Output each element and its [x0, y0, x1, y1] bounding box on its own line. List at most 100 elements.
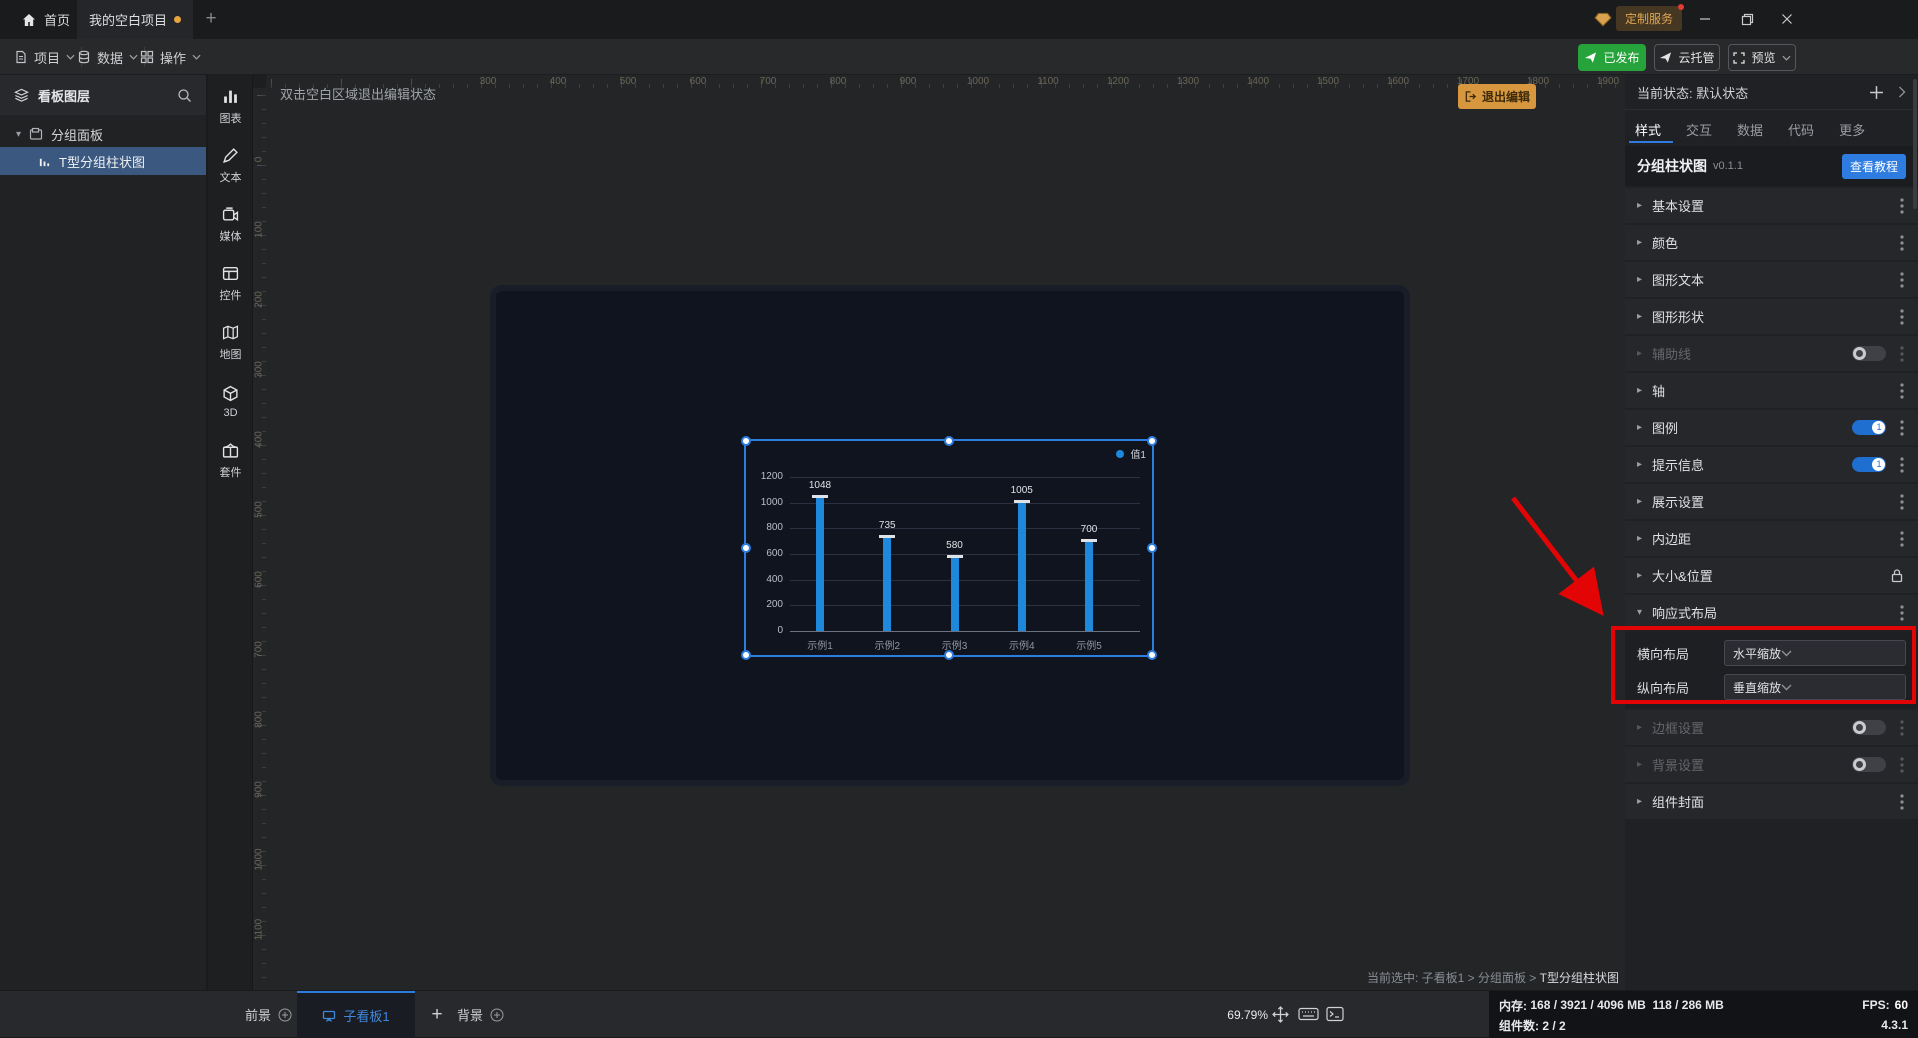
exit-edit-button[interactable]: 退出编辑	[1458, 84, 1536, 109]
toolbox-item-套件[interactable]: 套件	[208, 429, 253, 488]
toolbox-item-图表[interactable]: 图表	[208, 75, 253, 134]
caret-right-icon[interactable]: ▸	[1637, 237, 1642, 248]
section-边框设置[interactable]: ▸ 边框设置	[1625, 710, 1918, 745]
kebab-menu-icon[interactable]	[1900, 719, 1904, 736]
tab-代码[interactable]: 代码	[1788, 120, 1814, 139]
project-tab[interactable]: 我的空白项目	[77, 0, 193, 39]
section-图例[interactable]: ▸ 图例	[1625, 410, 1918, 445]
section-图形文本[interactable]: ▸ 图形文本	[1625, 262, 1918, 297]
toggle-off[interactable]	[1852, 346, 1886, 361]
circle-plus-icon[interactable]	[490, 1008, 504, 1022]
dropdown-横向布局[interactable]: 水平缩放	[1724, 640, 1906, 666]
close-icon[interactable]	[1774, 8, 1800, 30]
menu-1-项目[interactable]: 项目	[14, 39, 75, 75]
kebab-menu-icon[interactable]	[1900, 382, 1904, 399]
caret-right-icon[interactable]: ▸	[1637, 385, 1642, 396]
terminal-icon[interactable]	[1326, 1006, 1344, 1022]
section-图形形状[interactable]: ▸ 图形形状	[1625, 299, 1918, 334]
toggle-off[interactable]	[1852, 720, 1886, 735]
menu-3-操作[interactable]: 操作	[140, 39, 201, 75]
tab-更多[interactable]: 更多	[1839, 120, 1865, 139]
kebab-menu-icon[interactable]	[1900, 419, 1904, 436]
toggle-on[interactable]	[1852, 420, 1886, 435]
selection-handle[interactable]	[1147, 436, 1157, 446]
new-tab-button[interactable]: +	[198, 7, 224, 33]
toolbox-item-3D[interactable]: 3D	[208, 370, 253, 429]
section-背景设置[interactable]: ▸ 背景设置	[1625, 747, 1918, 782]
section-颜色[interactable]: ▸ 颜色	[1625, 225, 1918, 260]
section-辅助线[interactable]: ▸ 辅助线	[1625, 336, 1918, 371]
caret-right-icon[interactable]: ▸	[1637, 570, 1642, 581]
dashboard-board[interactable]: 值1 1200 1000 800 600 400 200 0 1048 示例1 735 示例2 580…	[490, 285, 1410, 786]
caret-right-icon[interactable]: ▸	[1637, 274, 1642, 285]
kebab-menu-icon[interactable]	[1900, 756, 1904, 773]
kebab-menu-icon[interactable]	[1900, 493, 1904, 510]
layer-group-panel[interactable]: ▾ 分组面板	[0, 121, 206, 147]
toolbox-item-控件[interactable]: 控件	[208, 252, 253, 311]
section-展示设置[interactable]: ▸ 展示设置	[1625, 484, 1918, 519]
menu-2-数据[interactable]: 数据	[77, 39, 138, 75]
caret-right-icon[interactable]: ▸	[1637, 759, 1642, 770]
caret-right-icon[interactable]: ▸	[1637, 722, 1642, 733]
selected-chart-component[interactable]: 值1 1200 1000 800 600 400 200 0 1048 示例1 735 示例2 580…	[741, 436, 1157, 660]
section-内边距[interactable]: ▸ 内边距	[1625, 521, 1918, 556]
caret-down-icon[interactable]: ▾	[1637, 607, 1642, 618]
caret-right-icon[interactable]: ▸	[1637, 200, 1642, 211]
kebab-menu-icon[interactable]	[1900, 604, 1904, 621]
selection-handle[interactable]	[944, 650, 954, 660]
lock-icon[interactable]	[1890, 568, 1904, 583]
kebab-menu-icon[interactable]	[1900, 271, 1904, 288]
caret-right-icon[interactable]: ▸	[1637, 311, 1642, 322]
kebab-menu-icon[interactable]	[1900, 234, 1904, 251]
tutorial-button[interactable]: 查看教程	[1841, 153, 1906, 179]
section-提示信息[interactable]: ▸ 提示信息	[1625, 447, 1918, 482]
minimize-icon[interactable]	[1692, 8, 1718, 30]
kebab-menu-icon[interactable]	[1900, 308, 1904, 325]
caret-right-icon[interactable]: ▸	[1637, 459, 1642, 470]
editor-canvas[interactable]: 双击空白区域退出编辑状态 退出编辑 值1 1200 1000 800 600 400 20…	[253, 75, 1625, 990]
chevron-right-icon[interactable]	[1898, 86, 1906, 98]
selection-handle[interactable]	[1147, 650, 1157, 660]
background-tab[interactable]: 背景	[457, 991, 504, 1038]
caret-right-icon[interactable]: ▸	[1637, 422, 1642, 433]
toggle-on[interactable]	[1852, 457, 1886, 472]
section-大小&位置[interactable]: ▸ 大小&位置	[1625, 558, 1918, 593]
kebab-menu-icon[interactable]	[1900, 456, 1904, 473]
foreground-tab[interactable]: 前景	[245, 991, 292, 1038]
section-组件封面[interactable]: ▸ 组件封面	[1625, 784, 1918, 819]
cloud-hosting-button[interactable]: 云托管	[1654, 44, 1720, 71]
selection-handle[interactable]	[944, 436, 954, 446]
selection-handle[interactable]	[741, 650, 751, 660]
caret-right-icon[interactable]: ▸	[1637, 348, 1642, 359]
tab-数据[interactable]: 数据	[1737, 120, 1763, 139]
toggle-off[interactable]	[1852, 757, 1886, 772]
selection-handle[interactable]	[741, 543, 751, 553]
search-icon[interactable]	[177, 88, 192, 103]
selection-handle[interactable]	[1147, 543, 1157, 553]
toolbox-item-地图[interactable]: 地图	[208, 311, 253, 370]
kebab-menu-icon[interactable]	[1900, 530, 1904, 547]
add-state-icon[interactable]	[1869, 85, 1884, 100]
add-board-button[interactable]: +	[424, 991, 450, 1038]
caret-down-icon[interactable]: ▾	[16, 129, 21, 140]
circle-plus-icon[interactable]	[278, 1008, 292, 1022]
caret-right-icon[interactable]: ▸	[1637, 496, 1642, 507]
section-基本设置[interactable]: ▸ 基本设置	[1625, 188, 1918, 223]
caret-right-icon[interactable]: ▸	[1637, 533, 1642, 544]
section-响应式布局[interactable]: ▾ 响应式布局	[1625, 595, 1918, 630]
zoom-level[interactable]: 69.79%	[1227, 991, 1268, 1038]
toolbox-item-媒体[interactable]: 媒体	[208, 193, 253, 252]
tab-交互[interactable]: 交互	[1686, 120, 1712, 139]
kebab-menu-icon[interactable]	[1900, 345, 1904, 362]
subboard-tab-active[interactable]: 子看板1	[297, 991, 415, 1038]
keyboard-icon[interactable]	[1298, 1006, 1319, 1022]
section-轴[interactable]: ▸ 轴	[1625, 373, 1918, 408]
selection-handle[interactable]	[741, 436, 751, 446]
published-button[interactable]: 已发布	[1578, 44, 1646, 71]
preview-button[interactable]: 预览	[1728, 44, 1796, 71]
custom-service-badge[interactable]: 定制服务	[1615, 4, 1685, 31]
maximize-icon[interactable]	[1734, 8, 1760, 30]
tab-样式[interactable]: 样式	[1635, 120, 1661, 139]
scrollbar-thumb[interactable]	[1913, 79, 1917, 209]
dropdown-纵向布局[interactable]: 垂直缩放	[1724, 674, 1906, 700]
